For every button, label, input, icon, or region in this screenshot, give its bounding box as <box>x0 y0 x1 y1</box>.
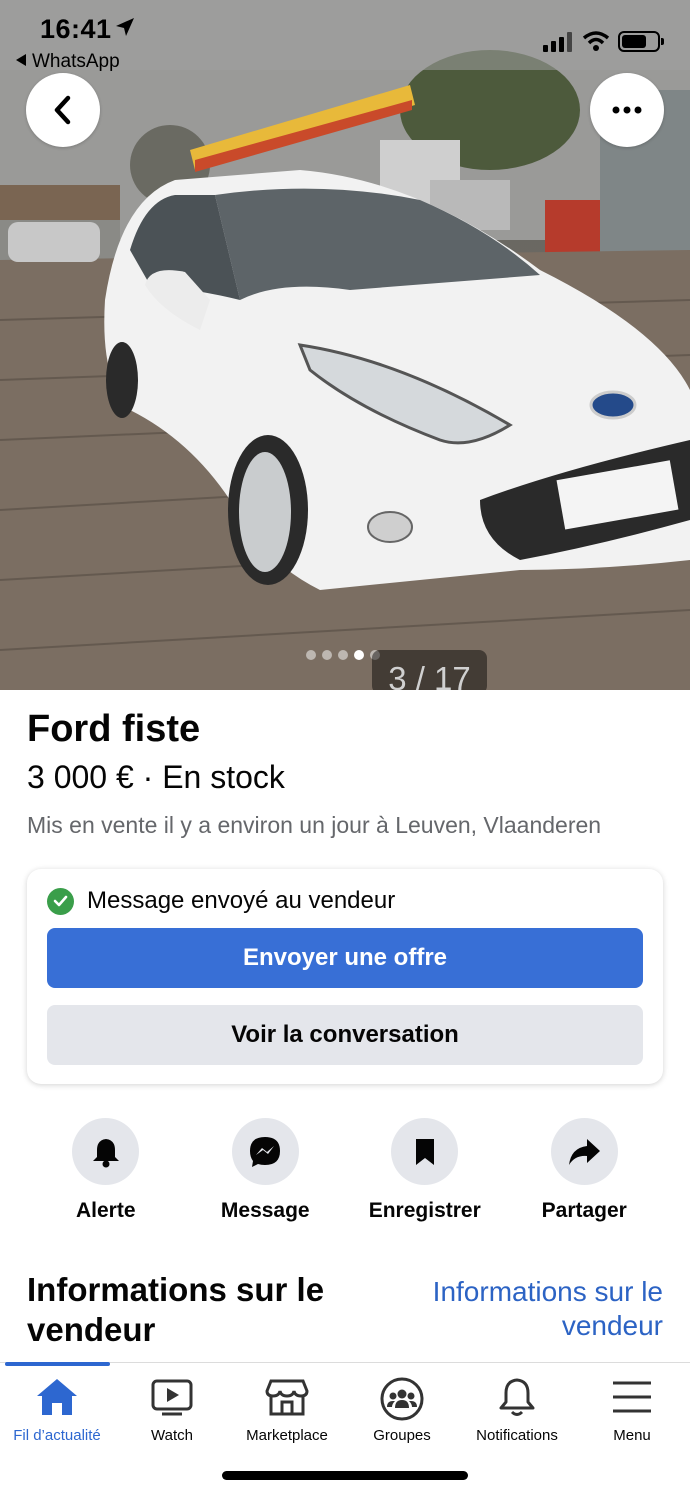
alert-label: Alerte <box>75 1199 136 1222</box>
listing-actions: Alerte Message Enregistrer Partager <box>26 1118 664 1223</box>
tab-marketplace[interactable]: Marketplace <box>227 1377 347 1444</box>
listing-posted-info: Mis en vente il y a environ un jour à Le… <box>27 812 602 838</box>
watch-icon <box>151 1379 193 1416</box>
share-icon <box>550 1118 618 1185</box>
view-conversation-button[interactable]: Voir la conversation <box>47 1005 643 1065</box>
marketplace-icon <box>265 1379 309 1416</box>
tab-watch-label: Watch <box>151 1427 193 1444</box>
location-arrow-icon <box>116 18 134 36</box>
listing-title: Ford fiste <box>27 708 201 750</box>
listing-photo[interactable]: 16:41 WhatsApp 3 / 17 <box>0 0 690 690</box>
status-time: 16:41 <box>40 14 112 44</box>
seller-info-heading: Informations sur le vendeur <box>27 1271 325 1348</box>
message-sent-status: Message envoyé au vendeur <box>47 887 395 915</box>
tab-menu[interactable]: Menu <box>572 1377 690 1444</box>
photo-counter: 3 / 17 <box>372 650 487 690</box>
chevron-left-icon <box>54 95 71 125</box>
car-photo-image <box>0 0 690 690</box>
tab-menu-label: Menu <box>613 1427 651 1444</box>
bell-icon <box>72 1118 140 1185</box>
tab-groups-label: Groupes <box>373 1427 431 1444</box>
save-action[interactable]: Enregistrer <box>345 1118 505 1223</box>
tab-marketplace-label: Marketplace <box>246 1427 328 1444</box>
tab-news-feed[interactable]: Fil d’actualité <box>0 1377 117 1444</box>
home-indicator <box>222 1471 468 1480</box>
wifi-icon <box>582 31 610 51</box>
more-dots-icon <box>612 106 642 114</box>
seller-info-link[interactable]: Informations sur le vendeur <box>403 1275 663 1343</box>
battery-icon <box>618 31 664 52</box>
pagination-dot <box>354 650 364 660</box>
message-sent-text: Message envoyé au vendeur <box>87 887 396 914</box>
back-to-app-link[interactable]: WhatsApp <box>16 51 120 73</box>
tab-notifications-label: Notifications <box>476 1427 558 1444</box>
hamburger-menu-icon <box>613 1381 651 1413</box>
save-label: Enregistrer <box>368 1199 481 1222</box>
photo-pagination-dots <box>306 650 380 660</box>
back-button[interactable] <box>26 73 100 147</box>
pagination-dot <box>322 650 332 660</box>
listing-price: 3 000 € · En stock <box>27 759 285 795</box>
tab-notifications[interactable]: Notifications <box>457 1377 577 1444</box>
alert-action[interactable]: Alerte <box>26 1118 186 1223</box>
send-offer-button[interactable]: Envoyer une offre <box>47 928 643 988</box>
share-action[interactable]: Partager <box>505 1118 665 1223</box>
more-options-button[interactable] <box>590 73 664 147</box>
back-triangle-icon <box>16 54 26 66</box>
active-tab-indicator <box>5 1362 110 1366</box>
back-app-label: WhatsApp <box>32 51 120 72</box>
tab-news-feed-label: Fil d’actualité <box>13 1427 101 1444</box>
groups-icon <box>380 1377 424 1421</box>
check-circle-icon <box>47 887 74 915</box>
message-action[interactable]: Message <box>186 1118 346 1223</box>
notifications-bell-icon <box>499 1378 535 1416</box>
tab-groups[interactable]: Groupes <box>342 1377 462 1444</box>
pagination-dot <box>306 650 316 660</box>
home-icon <box>37 1379 77 1415</box>
tab-watch[interactable]: Watch <box>112 1377 232 1444</box>
bookmark-icon <box>391 1118 459 1185</box>
pagination-dot <box>338 650 348 660</box>
messenger-icon <box>231 1118 299 1185</box>
status-bar: 16:41 WhatsApp <box>0 0 690 73</box>
share-label: Partager <box>541 1199 627 1222</box>
message-label: Message <box>220 1199 310 1222</box>
cell-signal-icon <box>543 32 572 52</box>
message-card: Message envoyé au vendeur Envoyer une of… <box>27 869 663 1084</box>
